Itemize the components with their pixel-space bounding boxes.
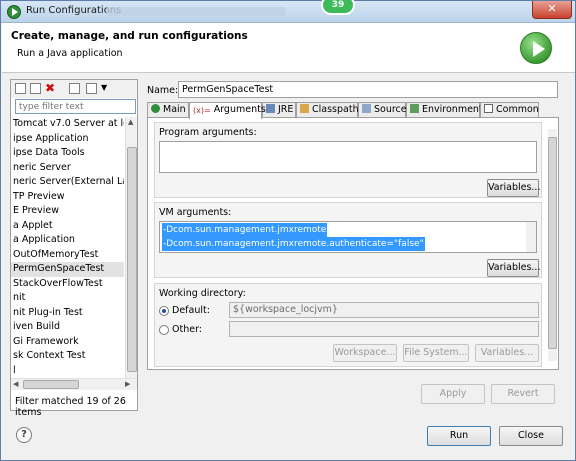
other-directory-field[interactable] bbox=[229, 321, 539, 337]
default-label: Default: bbox=[172, 305, 210, 316]
tree-item[interactable]: nit Plug-in Test bbox=[11, 306, 124, 321]
working-directory-label: Working directory: bbox=[159, 288, 246, 299]
tree-item[interactable]: Gi Framework bbox=[11, 335, 124, 350]
tree-item[interactable]: nit bbox=[11, 291, 124, 306]
classpath-tab-icon bbox=[300, 104, 309, 113]
title-bar: Run Configurations 39 ✕ bbox=[1, 0, 575, 23]
working-directory-group: Working directory: Default: ${workspace_… bbox=[154, 283, 542, 367]
configuration-tree-panel: ✖ ▼ Tomcat v7.0 Server at locaipse Appli… bbox=[10, 79, 138, 418]
other-radio[interactable] bbox=[159, 325, 169, 335]
jre-tab-icon bbox=[266, 104, 275, 113]
tab-source[interactable]: Source bbox=[358, 102, 407, 118]
filter-configurations-icon[interactable] bbox=[86, 83, 97, 94]
notification-badge: 39 bbox=[321, 0, 355, 15]
filter-input[interactable] bbox=[15, 99, 136, 114]
configuration-name-field[interactable]: PermGenSpaceTest bbox=[178, 81, 558, 98]
source-tab-icon bbox=[362, 104, 371, 113]
program-arguments-field[interactable] bbox=[159, 141, 537, 173]
new-configuration-icon[interactable] bbox=[15, 83, 26, 94]
tree-item[interactable]: iven Build bbox=[11, 320, 124, 335]
tab-classpath[interactable]: Classpath bbox=[296, 102, 359, 118]
blurred-title-text bbox=[106, 7, 286, 16]
revert-button[interactable]: Revert bbox=[491, 384, 555, 404]
tab-arguments[interactable]: (x)= Arguments bbox=[189, 102, 266, 119]
eclipse-run-icon bbox=[7, 5, 21, 19]
vm-variables-button[interactable]: Variables... bbox=[487, 259, 540, 277]
default-directory-field: ${workspace_locjvm} bbox=[229, 302, 539, 318]
banner-subheading: Run a Java application bbox=[17, 48, 123, 59]
tree-item[interactable]: StackOverFlowTest bbox=[11, 277, 124, 292]
vm-argument-line: -Dcom.sun.management.jmxremote bbox=[162, 223, 328, 237]
config-tabs: Main (x)= Arguments JRE Classpath Source … bbox=[147, 102, 559, 119]
scroll-up-icon[interactable]: ▲ bbox=[128, 118, 133, 126]
vm-arguments-scrollbar[interactable] bbox=[526, 222, 536, 252]
vm-arguments-group: VM arguments: -Dcom.sun.management.jmxre… bbox=[154, 202, 542, 278]
program-variables-button[interactable]: Variables... bbox=[487, 179, 540, 197]
tree-vertical-scrollbar[interactable]: ▲ bbox=[125, 117, 137, 379]
program-arguments-group: Program arguments: Variables... bbox=[154, 122, 542, 198]
other-label: Other: bbox=[172, 324, 203, 335]
vm-arguments-label: VM arguments: bbox=[159, 207, 232, 218]
tree-item[interactable]: Tomcat v7.0 Server at loca bbox=[11, 117, 124, 132]
tab-environment[interactable]: Environment bbox=[406, 102, 483, 118]
tree-item[interactable]: OutOfMemoryTest bbox=[11, 248, 124, 263]
collapse-all-icon[interactable] bbox=[69, 83, 80, 94]
tree-item[interactable]: sk Context Test bbox=[11, 349, 124, 364]
tab-scrollbar-thumb[interactable] bbox=[548, 137, 557, 349]
tab-main[interactable]: Main bbox=[147, 102, 189, 118]
default-radio[interactable] bbox=[159, 306, 169, 316]
apply-button[interactable]: Apply bbox=[421, 384, 485, 404]
header-banner: Create, manage, and run configurations R… bbox=[2, 23, 575, 73]
delete-configuration-icon[interactable]: ✖ bbox=[45, 81, 55, 95]
tree-toolbar: ✖ ▼ bbox=[11, 80, 137, 98]
close-button[interactable]: Close bbox=[499, 426, 563, 446]
hscrollbar-thumb[interactable] bbox=[23, 380, 79, 389]
program-arguments-label: Program arguments: bbox=[159, 127, 257, 138]
tree-item[interactable]: E Preview bbox=[11, 204, 124, 219]
arguments-tab-content: Program arguments: Variables... VM argum… bbox=[147, 117, 559, 370]
tree-item[interactable]: ipse Application bbox=[11, 132, 124, 147]
tree-item[interactable]: a Applet bbox=[11, 219, 124, 234]
main-tab-icon bbox=[151, 104, 160, 113]
workspace-button[interactable]: Workspace... bbox=[333, 344, 397, 362]
tree-item[interactable]: PermGenSpaceTest bbox=[11, 262, 124, 277]
tree-item[interactable]: neric Server(External Launc bbox=[11, 175, 124, 190]
tab-common[interactable]: Common bbox=[480, 102, 539, 118]
tab-vertical-scrollbar[interactable] bbox=[548, 129, 557, 361]
arguments-tab-icon: (x)= bbox=[193, 106, 211, 115]
tree-item[interactable]: neric Server bbox=[11, 161, 124, 176]
tab-jre[interactable]: JRE bbox=[262, 102, 296, 118]
common-tab-icon bbox=[484, 104, 493, 113]
scrollbar-thumb[interactable] bbox=[127, 147, 137, 372]
banner-heading: Create, manage, and run configurations bbox=[11, 30, 248, 42]
name-label: Name: bbox=[147, 85, 179, 96]
tree-item[interactable]: ipse Data Tools bbox=[11, 146, 124, 161]
vm-arguments-field[interactable]: -Dcom.sun.management.jmxremote -Dcom.sun… bbox=[159, 221, 537, 253]
scroll-right-icon[interactable]: ▶ bbox=[125, 380, 130, 388]
tree-item[interactable]: a Application bbox=[11, 233, 124, 248]
run-button[interactable]: Run bbox=[427, 426, 491, 446]
file-system-button[interactable]: File System... bbox=[403, 344, 469, 362]
tree-horizontal-scrollbar[interactable]: ◀ ▶ bbox=[11, 378, 137, 390]
workdir-variables-button[interactable]: Variables... bbox=[475, 344, 539, 362]
environment-tab-icon bbox=[410, 104, 419, 113]
vm-argument-line: -Dcom.sun.management.jmxremote.authentic… bbox=[162, 237, 425, 251]
filter-status: Filter matched 19 of 26 items bbox=[15, 396, 126, 418]
run-banner-icon bbox=[520, 32, 552, 64]
tree-item[interactable]: l bbox=[11, 364, 124, 379]
duplicate-configuration-icon[interactable] bbox=[30, 83, 41, 94]
scroll-left-icon[interactable]: ◀ bbox=[13, 380, 18, 388]
chevron-down-icon[interactable]: ▼ bbox=[101, 83, 107, 92]
run-configurations-window: Run Configurations 39 ✕ Create, manage, … bbox=[0, 0, 576, 461]
help-icon[interactable]: ? bbox=[16, 427, 32, 443]
configuration-tree: Tomcat v7.0 Server at locaipse Applicati… bbox=[11, 117, 124, 389]
window-close-button[interactable]: ✕ bbox=[532, 1, 572, 19]
tree-item[interactable]: TP Preview bbox=[11, 190, 124, 205]
